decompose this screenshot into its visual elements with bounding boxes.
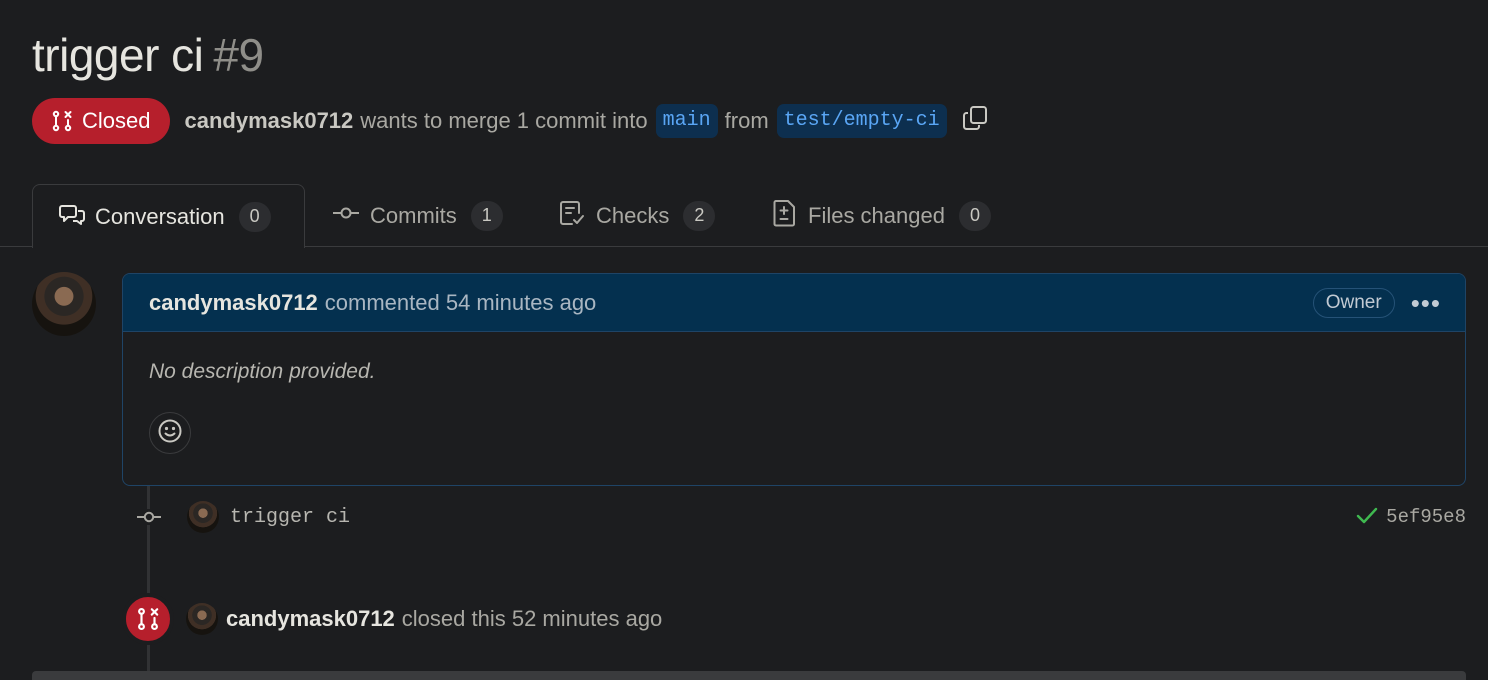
check-icon[interactable]: [1356, 505, 1378, 530]
pr-title-text: trigger ci: [32, 29, 204, 81]
tab-label: Checks: [596, 202, 670, 228]
tab-checks[interactable]: Checks 2: [558, 184, 716, 247]
pr-meta: Closed candymask0712 wants to merge 1 co…: [32, 98, 989, 144]
comment-discussion-icon: [59, 202, 85, 232]
pr-title: trigger ci #9: [32, 26, 264, 84]
timeline-closed-event: candymask0712 closed this 52 minutes ago: [122, 593, 663, 645]
event-text: closed this 52 minutes ago: [401, 606, 663, 631]
git-pull-request-closed-icon: [50, 109, 74, 133]
base-branch[interactable]: main: [655, 104, 718, 138]
avatar[interactable]: [187, 501, 219, 533]
status-label: Closed: [82, 108, 151, 133]
add-reaction-button[interactable]: [149, 412, 191, 454]
bottom-panel-edge: [32, 671, 1466, 680]
tab-conversation[interactable]: Conversation 0: [32, 184, 305, 248]
comment-timestamp: commented 54 minutes ago: [324, 289, 597, 315]
event-author[interactable]: candymask0712: [226, 606, 395, 632]
comment-author[interactable]: candymask0712: [149, 290, 318, 316]
comment-card: candymask0712 commented 54 minutes ago O…: [122, 273, 1466, 486]
tab-label: Commits: [370, 202, 457, 228]
comment-text: No description provided.: [149, 360, 376, 383]
comment-body: No description provided.: [123, 332, 1465, 482]
tab-count: 0: [238, 201, 271, 232]
tab-count: 2: [683, 200, 716, 231]
git-commit-icon: [136, 509, 162, 525]
timeline-commit: trigger ci 5ef95e8: [136, 498, 1466, 536]
commit-sha[interactable]: 5ef95e8: [1386, 506, 1466, 528]
tab-commits[interactable]: Commits 1: [332, 184, 503, 247]
from-text: from: [724, 108, 769, 133]
checklist-icon: [558, 199, 586, 233]
commit-message[interactable]: trigger ci: [230, 506, 350, 529]
kebab-menu-icon[interactable]: •••: [1411, 290, 1441, 316]
head-branch[interactable]: test/empty-ci: [776, 104, 947, 138]
copy-icon[interactable]: [961, 104, 989, 138]
merge-text: wants to merge 1 commit into: [360, 108, 648, 133]
status-badge: Closed: [32, 98, 171, 144]
owner-badge: Owner: [1312, 287, 1395, 318]
tab-label: Conversation: [95, 203, 225, 229]
git-commit-icon: [332, 203, 360, 229]
tab-count: 1: [470, 200, 503, 231]
author-link[interactable]: candymask0712: [184, 108, 353, 134]
tab-files-changed[interactable]: Files changed 0: [772, 184, 991, 247]
tab-count: 0: [958, 200, 991, 231]
file-diff-icon: [772, 199, 798, 233]
avatar[interactable]: [186, 603, 218, 635]
smiley-icon: [157, 418, 183, 449]
tab-label: Files changed: [808, 202, 945, 228]
pr-number: #9: [213, 29, 264, 81]
git-pull-request-closed-icon: [122, 593, 174, 645]
comment-header: candymask0712 commented 54 minutes ago O…: [123, 274, 1465, 332]
avatar[interactable]: [32, 272, 96, 336]
